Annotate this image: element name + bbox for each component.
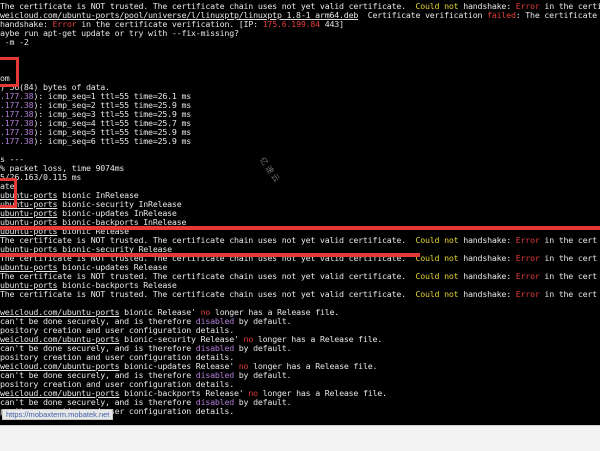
terminal-text-segment: in the cert bbox=[539, 289, 597, 299]
terminal-window[interactable]: The certificate is NOT trusted. The cert… bbox=[0, 0, 600, 425]
terminal-line: .177.38): icmp_seq=6 ttl=55 time=25.9 ms bbox=[0, 137, 191, 146]
terminal-text-segment: 443] bbox=[319, 19, 344, 29]
status-url[interactable]: https://mobaxterm.mobatek.net bbox=[2, 409, 114, 420]
terminal-text-segment: The certificate is NOT trusted. The cert… bbox=[0, 289, 416, 299]
terminal-text-segment: ): icmp_seq=6 ttl=55 time=25.9 ms bbox=[33, 136, 192, 146]
status-bar bbox=[0, 425, 600, 451]
terminal-text-segment: failed bbox=[487, 10, 516, 20]
terminal-text-segment: Could not bbox=[415, 235, 459, 245]
terminal-text-segment: handshake: bbox=[458, 289, 516, 299]
terminal-text-segment: Error bbox=[515, 253, 540, 263]
terminal-text-segment: .177.38 bbox=[0, 136, 34, 146]
terminal-line: -m -2 bbox=[0, 38, 29, 47]
terminal-text-segment: handshake: bbox=[458, 253, 516, 263]
terminal-text-segment: Could not bbox=[415, 289, 459, 299]
annotation-line-bottom bbox=[0, 253, 420, 257]
terminal-text-segment: in the cert bbox=[539, 271, 597, 281]
terminal-text-segment: Error bbox=[515, 289, 540, 299]
terminal-text-segment: in the cert bbox=[539, 253, 597, 263]
terminal-text-segment: -m -2 bbox=[0, 37, 29, 47]
terminal-text-segment: Could not bbox=[415, 271, 459, 281]
terminal-text-segment: by default. bbox=[234, 316, 292, 326]
terminal-text-segment: Error bbox=[515, 271, 540, 281]
terminal-text-segment: handshake: bbox=[458, 235, 516, 245]
annotation-line-top bbox=[0, 226, 600, 230]
terminal-text-segment: Error bbox=[515, 235, 540, 245]
terminal-text-segment: 175.6.199.84 bbox=[262, 19, 321, 29]
terminal-text-segment: Certificate verification bbox=[358, 10, 488, 20]
terminal-text-segment: by default. bbox=[234, 370, 292, 380]
terminal-text-segment: Could not bbox=[415, 253, 459, 263]
terminal-text-segment: handshake: bbox=[458, 271, 516, 281]
terminal-line: aybe run apt-get update or try with --fi… bbox=[0, 29, 239, 38]
terminal-text-segment: aybe run apt-get update or try with --fi… bbox=[0, 28, 239, 38]
terminal-text-segment: by default. bbox=[234, 397, 292, 407]
terminal-text-segment: in the cert bbox=[539, 235, 597, 245]
terminal-text-segment: : The certificate bbox=[515, 10, 597, 20]
terminal-text-segment: by default. bbox=[234, 343, 292, 353]
terminal-line: The certificate is NOT trusted. The cert… bbox=[0, 290, 597, 299]
